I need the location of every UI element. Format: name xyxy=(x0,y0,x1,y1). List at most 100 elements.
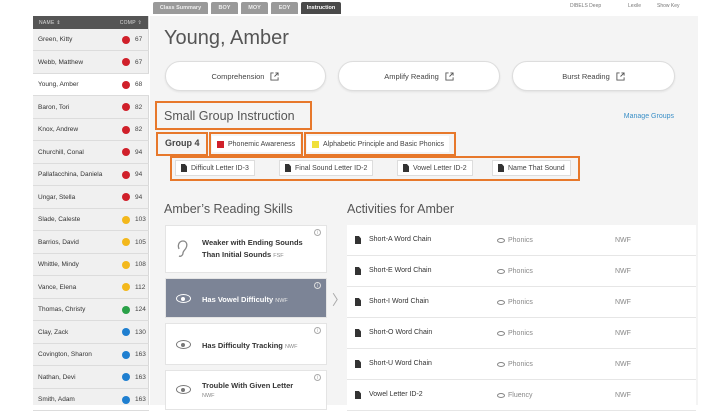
amplify-reading-button[interactable]: Amplify Reading xyxy=(338,61,500,91)
focus-label: Phonemic Awareness xyxy=(228,140,296,148)
group-label: Group 4 xyxy=(165,138,200,148)
activity-category: Phonics xyxy=(497,330,533,337)
student-score: 94 xyxy=(135,171,143,178)
activities-title: Activities for Amber xyxy=(347,202,454,216)
student-score: 163 xyxy=(135,396,146,403)
student-name: Vance, Elena xyxy=(38,283,77,291)
student-row[interactable]: Ungar, Stella 94 xyxy=(33,187,149,209)
student-name: Covington, Sharon xyxy=(38,351,92,358)
student-row[interactable]: Smith, Adam 163 xyxy=(33,389,149,411)
status-dot-icon xyxy=(122,350,130,359)
skill-line-1: Has Difficulty Tracking xyxy=(202,341,283,350)
skills-title: Amber’s Reading Skills xyxy=(164,202,293,216)
student-row[interactable]: Knox, Andrew 82 xyxy=(33,119,149,141)
student-name: Ungar, Stella xyxy=(38,193,76,201)
info-icon[interactable]: i xyxy=(314,229,321,236)
skill-card[interactable]: Weaker with Ending Sounds Than Initial S… xyxy=(165,225,327,273)
skill-line-2: Than Initial Sounds xyxy=(202,250,272,259)
activity-category-label: Phonics xyxy=(508,237,533,244)
info-icon[interactable]: i xyxy=(314,374,321,381)
student-name: Nathan, Devi xyxy=(38,373,76,381)
activity-row[interactable]: Short-A Word Chain Phonics NWF xyxy=(347,225,696,256)
status-dot-icon xyxy=(122,103,130,111)
activity-row[interactable]: Short-O Word Chain Phonics NWF xyxy=(347,318,696,349)
status-dot-icon xyxy=(122,148,130,156)
link-dibels-deep[interactable]: DIBELS Deep xyxy=(570,3,601,9)
student-row[interactable]: Green, Kitty 67 xyxy=(33,29,149,51)
activity-row[interactable]: Vowel Letter ID-2 Fluency NWF xyxy=(347,380,696,411)
skill-card[interactable]: Trouble With Given Letter NWF i xyxy=(165,370,327,410)
burst-reading-button[interactable]: Burst Reading xyxy=(512,61,675,91)
eye-icon xyxy=(176,294,191,303)
student-row[interactable]: Nathan, Devi 163 xyxy=(33,367,149,389)
status-dot-icon xyxy=(122,170,130,179)
manage-groups-link[interactable]: Manage Groups xyxy=(624,113,674,120)
student-row[interactable]: Webb, Matthew 67 xyxy=(33,52,149,74)
activity-row[interactable]: Short-U Word Chain Phonics NWF xyxy=(347,349,696,380)
link-lexile[interactable]: Lexile xyxy=(628,3,641,9)
comprehension-button[interactable]: Comprehension xyxy=(165,61,326,91)
skill-card-selected[interactable]: Has Vowel Difficulty NWF i xyxy=(165,278,327,318)
student-row[interactable]: Vance, Elena 112 xyxy=(33,277,149,299)
activity-name: Vowel Letter ID-2 xyxy=(369,391,423,398)
student-score: 82 xyxy=(135,103,143,111)
external-link-icon xyxy=(270,71,280,81)
group-activity-chip[interactable]: Vowel Letter ID-2 xyxy=(397,160,473,176)
student-row[interactable]: Churchill, Conal 94 xyxy=(33,142,149,164)
eye-icon xyxy=(176,340,191,349)
document-icon xyxy=(403,164,409,172)
skill-line-1: Weaker with Ending Sounds xyxy=(202,238,303,247)
student-row[interactable]: Pallafacchina, Daniela 94 xyxy=(33,164,149,186)
status-dot-icon xyxy=(122,125,130,134)
student-score: 68 xyxy=(135,81,143,88)
activity-measure: NWF xyxy=(615,268,631,275)
activity-category-label: Phonics xyxy=(508,268,533,275)
document-icon xyxy=(181,164,187,172)
group-activity-chip[interactable]: Final Sound Letter ID-2 xyxy=(279,160,374,176)
info-icon[interactable]: i xyxy=(314,327,321,334)
activity-category-label: Phonics xyxy=(508,361,533,368)
student-row[interactable]: Barrios, David 105 xyxy=(33,232,149,254)
sort-by-comp[interactable]: COMP ⇧ xyxy=(120,20,142,26)
student-row[interactable]: Thomas, Christy 124 xyxy=(33,299,149,321)
focus-alphabetic-principle[interactable]: Alphabetic Principle and Basic Phonics xyxy=(307,136,450,152)
document-icon xyxy=(355,267,361,275)
student-row[interactable]: Clay, Zack 130 xyxy=(33,322,149,344)
student-row[interactable]: Baron, Tori 82 xyxy=(33,97,149,119)
eye-icon xyxy=(497,237,505,243)
student-row[interactable]: Whittle, Mindy 108 xyxy=(33,254,149,276)
link-show-key[interactable]: Show Key xyxy=(657,3,680,9)
ear-icon xyxy=(177,240,188,257)
student-score: 67 xyxy=(135,36,143,43)
student-row[interactable]: Young, Amber 68 xyxy=(33,74,149,96)
student-name: Baron, Tori xyxy=(38,103,70,111)
eye-icon xyxy=(497,392,505,398)
eye-icon xyxy=(176,385,191,394)
student-row[interactable]: Slade, Caleste 103 xyxy=(33,209,149,231)
tab-moy[interactable]: MOY xyxy=(241,2,268,14)
activity-category: Phonics xyxy=(497,268,533,275)
tab-instruction[interactable]: Instruction xyxy=(301,2,341,14)
info-icon[interactable]: i xyxy=(314,282,321,289)
skill-card[interactable]: Has Difficulty Tracking NWF i xyxy=(165,323,327,365)
tab-boy[interactable]: BOY xyxy=(211,2,238,14)
tab-class-summary[interactable]: Class Summary xyxy=(153,2,208,14)
document-icon xyxy=(355,391,361,399)
group-activity-chip[interactable]: Difficult Letter ID-3 xyxy=(175,160,255,176)
sort-by-name[interactable]: NAME ⇕ xyxy=(39,20,61,26)
activity-name: Short-U Word Chain xyxy=(369,360,432,367)
document-icon xyxy=(355,329,361,337)
group-activity-label: Final Sound Letter ID-2 xyxy=(295,164,368,172)
activity-row[interactable]: Short-I Word Chain Phonics NWF xyxy=(347,287,696,318)
student-score: 124 xyxy=(135,306,146,313)
group-activity-chip[interactable]: Name That Sound xyxy=(492,160,571,176)
app-root: Class Summary BOY MOY EOY Instruction DI… xyxy=(0,0,720,411)
student-row[interactable]: Covington, Sharon 163 xyxy=(33,344,149,366)
tab-eoy[interactable]: EOY xyxy=(271,2,298,14)
activity-row[interactable]: Short-E Word Chain Phonics NWF xyxy=(347,256,696,287)
activity-measure: NWF xyxy=(615,361,631,368)
focus-phonemic-awareness[interactable]: Phonemic Awareness xyxy=(212,136,301,152)
group-activity-label: Name That Sound xyxy=(508,164,565,172)
status-dot-icon xyxy=(122,35,130,44)
page-title: Young, Amber xyxy=(164,27,289,49)
